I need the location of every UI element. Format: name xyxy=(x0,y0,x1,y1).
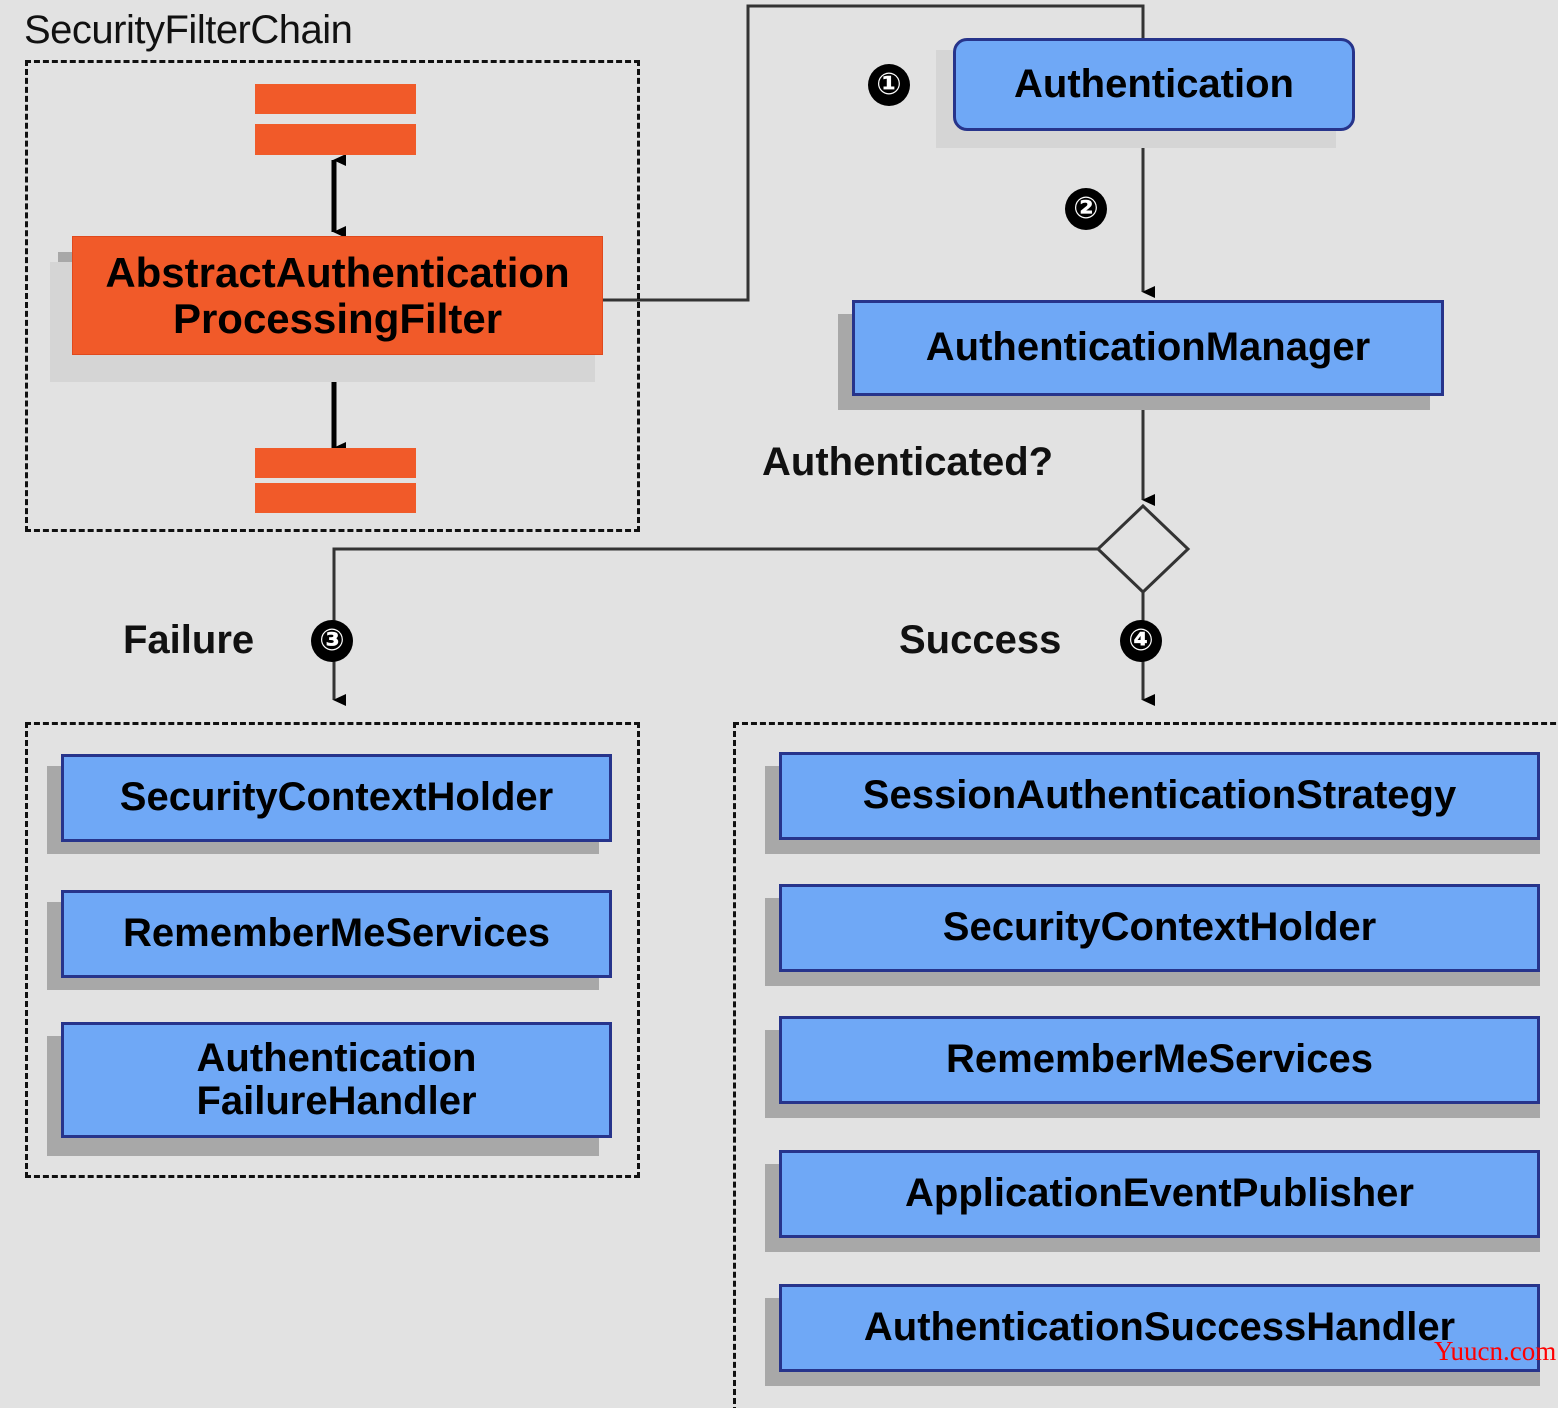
node-label-line1: Authentication xyxy=(196,1035,477,1080)
node-authentication-manager[interactable]: AuthenticationManager xyxy=(852,300,1444,396)
node-label-line1: AbstractAuthentication xyxy=(105,249,570,297)
node-label: SecurityContextHolder xyxy=(942,905,1377,950)
node-success-remember-me-services[interactable]: RememberMeServices xyxy=(779,1016,1540,1104)
node-label: SecurityContextHolder xyxy=(119,775,554,820)
filter-bar-4 xyxy=(255,483,416,513)
step-badge-4: ④ xyxy=(1120,620,1162,662)
watermark-yuucn: Yuucn.com xyxy=(1434,1336,1557,1366)
node-failure-authentication-failure-handler[interactable]: Authentication FailureHandler xyxy=(61,1022,612,1138)
node-label: AbstractAuthentication ProcessingFilter xyxy=(99,250,575,341)
step-badge-3: ③ xyxy=(311,620,353,662)
node-label: Authentication xyxy=(1014,61,1294,106)
node-authentication[interactable]: Authentication xyxy=(953,38,1355,131)
node-failure-remember-me-services[interactable]: RememberMeServices xyxy=(61,890,612,978)
node-label: SessionAuthenticationStrategy xyxy=(862,773,1457,818)
filter-bar-1 xyxy=(255,84,416,114)
step-badge-1: ① xyxy=(868,64,910,106)
node-abstract-authentication-processing-filter[interactable]: AbstractAuthentication ProcessingFilter xyxy=(72,236,603,355)
node-failure-security-context-holder[interactable]: SecurityContextHolder xyxy=(61,754,612,842)
node-label: Authentication FailureHandler xyxy=(190,1035,482,1123)
node-label: AuthenticationManager xyxy=(925,325,1371,370)
security-filter-chain-title: SecurityFilterChain xyxy=(24,8,353,52)
node-label: AuthenticationSuccessHandler xyxy=(863,1305,1456,1350)
filter-bar-2 xyxy=(255,124,416,155)
diagram-canvas: SecurityFilterChain AbstractAuthenticati… xyxy=(0,0,1558,1408)
decision-label-authenticated: Authenticated? xyxy=(762,440,1054,484)
branch-label-failure: Failure xyxy=(123,618,255,662)
filter-bar-3 xyxy=(255,448,416,478)
node-label: RememberMeServices xyxy=(946,1037,1373,1082)
node-success-application-event-publisher[interactable]: ApplicationEventPublisher xyxy=(779,1150,1540,1238)
node-success-security-context-holder[interactable]: SecurityContextHolder xyxy=(779,884,1540,972)
node-label: ApplicationEventPublisher xyxy=(905,1171,1414,1216)
step-badge-2: ② xyxy=(1065,188,1107,230)
branch-label-success: Success xyxy=(899,618,1062,662)
node-success-session-authentication-strategy[interactable]: SessionAuthenticationStrategy xyxy=(779,752,1540,840)
node-label-line2: FailureHandler xyxy=(196,1079,477,1123)
node-label: RememberMeServices xyxy=(123,911,550,956)
node-label-line2: ProcessingFilter xyxy=(172,294,503,342)
node-success-authentication-success-handler[interactable]: AuthenticationSuccessHandler xyxy=(779,1284,1540,1372)
